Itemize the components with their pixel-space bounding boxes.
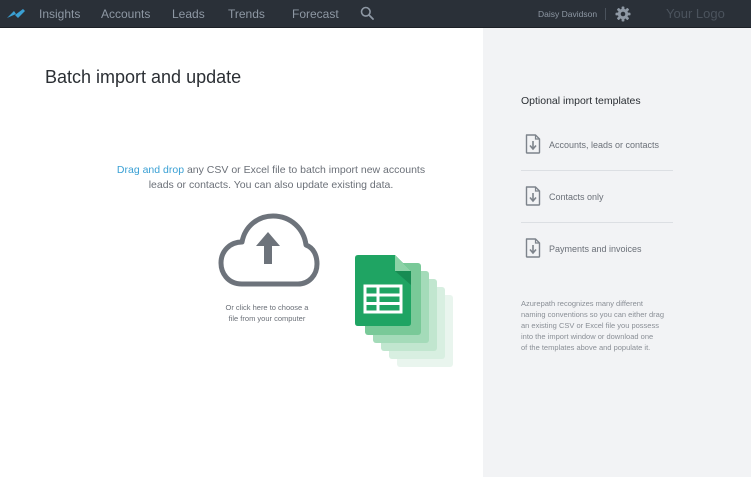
gear-icon[interactable] [615,6,631,22]
download-file-icon [525,134,541,154]
drop-text-line1: any CSV or Excel file to batch import ne… [184,164,426,176]
drop-instructions: Drag and drop any CSV or Excel file to b… [60,163,482,193]
help-line: naming conventions so you can either dra… [521,310,665,319]
help-line: an existing CSV or Excel file you posses… [521,321,659,330]
template-label: Accounts, leads or contacts [549,140,660,150]
app-logo-icon[interactable] [6,7,26,21]
template-label: Contacts only [549,192,604,202]
brand-logo-text: Your Logo [666,6,725,21]
drop-text-line2: leads or contacts. You can also update e… [148,179,394,191]
search-icon[interactable] [360,6,374,20]
nav-item-leads[interactable]: Leads [172,7,205,21]
nav-item-accounts[interactable]: Accounts [101,7,150,21]
user-name[interactable]: Daisy Davidson [538,9,597,19]
nav-item-insights[interactable]: Insights [39,7,80,21]
nav-divider [605,8,606,20]
template-label: Payments and invoices [549,244,642,254]
nav-item-trends[interactable]: Trends [228,7,265,21]
nav-item-forecast[interactable]: Forecast [292,7,339,21]
choose-file-line1: Or click here to choose a [225,303,309,312]
drag-and-drop-link[interactable]: Drag and drop [117,164,184,176]
template-contacts-only[interactable]: Contacts only [521,171,673,223]
templates-title: Optional import templates [521,95,641,107]
help-line: into the import window or download one [521,332,654,341]
top-navigation-bar: Insights Accounts Leads Trends Forecast … [0,0,751,28]
template-accounts-leads-contacts[interactable]: Accounts, leads or contacts [521,119,673,171]
templates-help-text: Azurepath recognizes many different nami… [521,298,691,353]
choose-file-line2: file from your computer [228,314,306,323]
template-payments-invoices[interactable]: Payments and invoices [521,223,673,275]
choose-file-text[interactable]: Or click here to choose a file from your… [207,302,327,324]
download-file-icon [525,238,541,258]
page-title: Batch import and update [45,67,242,87]
spreadsheet-icon [355,255,453,367]
download-file-icon [525,186,541,206]
help-line: of the templates above and populate it. [521,343,651,352]
templates-panel: Optional import templates Accounts, lead… [483,28,751,477]
help-line: Azurepath recognizes many different [521,299,644,308]
cloud-upload-icon[interactable] [216,212,320,290]
